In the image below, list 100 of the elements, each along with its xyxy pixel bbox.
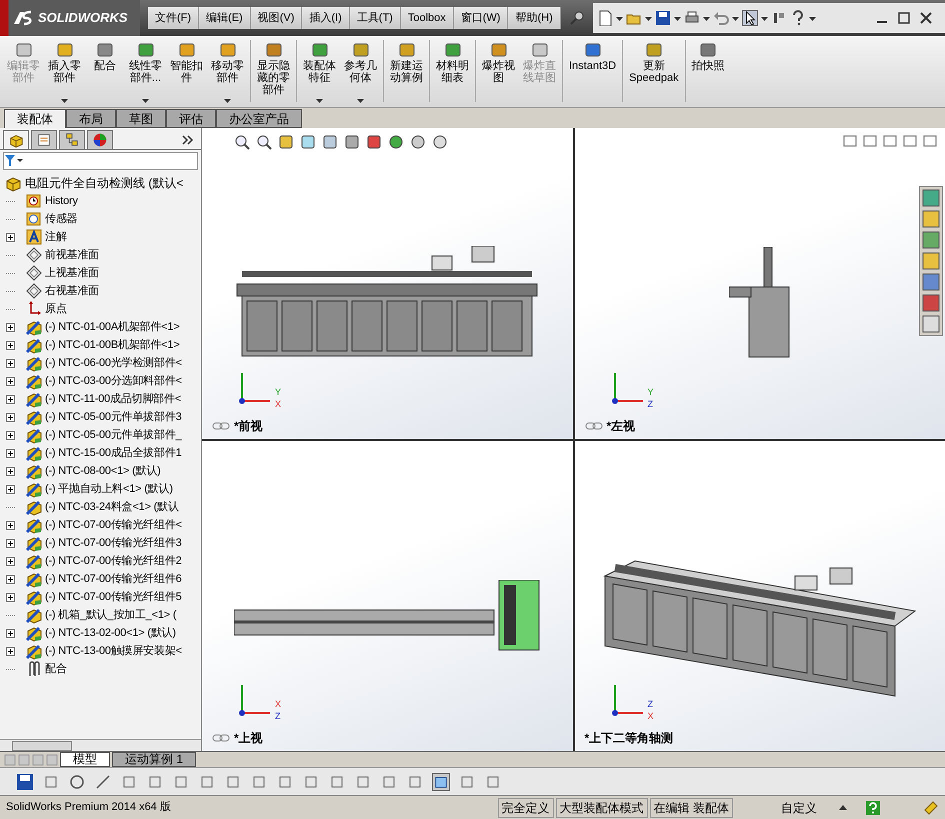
pointer-icon[interactable]	[742, 10, 758, 26]
horizontal-scrollbar[interactable]	[0, 739, 201, 751]
ribbon-button[interactable]: 显示隐 藏的零 部件	[254, 40, 293, 106]
expand-icon[interactable]	[6, 592, 15, 602]
tree-item[interactable]: (-) NTC-01-00A机架部件<1>	[45, 318, 180, 336]
ribbon-button[interactable]: 材料明 细表	[433, 40, 472, 106]
ribbon-button[interactable]: 配合	[86, 40, 124, 106]
tree-item[interactable]: (-) NTC-01-00B机架部件<1>	[45, 336, 180, 354]
assembly-tree-icon[interactable]	[3, 130, 29, 150]
command-tab[interactable]: 评估	[166, 109, 216, 128]
menu-item[interactable]: 插入(I)	[302, 7, 350, 29]
assembly-icon	[25, 462, 43, 480]
expand-icon[interactable]	[6, 448, 15, 458]
ribbon-button[interactable]: 线性零 部件...	[126, 40, 165, 106]
expand-icon[interactable]	[6, 232, 15, 242]
ribbon-button[interactable]: 拍快照	[688, 40, 728, 106]
cube-icon[interactable]	[432, 772, 450, 790]
ribbon-button[interactable]: Instant3D	[566, 40, 620, 106]
configuration-icon[interactable]	[59, 130, 85, 150]
ribbon-button[interactable]: 爆炸视 图	[479, 40, 518, 106]
tree-item[interactable]: (-) NTC-06-00光学检测部件<	[45, 354, 182, 372]
filter-field[interactable]	[3, 152, 198, 170]
ribbon-button[interactable]: 插入零 部件	[45, 40, 84, 106]
ribbon-button[interactable]: 更新 Speedpak	[626, 40, 682, 106]
expand-icon[interactable]	[6, 520, 15, 530]
save-icon[interactable]	[654, 10, 671, 26]
tree-item[interactable]: 配合	[45, 660, 67, 678]
menu-item[interactable]: 编辑(E)	[199, 7, 251, 29]
command-tab[interactable]: 装配体	[4, 109, 66, 128]
ribbon-button[interactable]: 装配体 特征	[300, 40, 339, 106]
ribbon-button[interactable]: 智能扣 件	[167, 40, 206, 106]
menu-item[interactable]: 视图(V)	[250, 7, 302, 29]
property-sheet-icon[interactable]	[31, 130, 57, 150]
expand-icon[interactable]	[6, 646, 15, 656]
tree-item[interactable]: 注解	[45, 228, 67, 246]
expand-icon[interactable]	[6, 628, 15, 638]
expand-icon[interactable]	[6, 556, 15, 566]
expand-icon[interactable]	[6, 376, 15, 386]
tree-item[interactable]: (-) NTC-07-00传输光纤组件<	[45, 516, 182, 534]
expand-icon[interactable]	[6, 358, 15, 368]
tree-item[interactable]: (-) 机箱_默认_按加工_<1> (	[45, 606, 176, 624]
tree-item[interactable]: (-) NTC-05-00元件单拔部件_	[45, 426, 182, 444]
units-dropdown[interactable]: 自定义	[777, 798, 821, 816]
expand-icon[interactable]	[6, 538, 15, 548]
expand-panel-icon[interactable]	[182, 134, 194, 146]
expand-icon[interactable]	[6, 466, 15, 476]
ribbon-button[interactable]: 移动零 部件	[208, 40, 247, 106]
tree-item[interactable]: History	[45, 192, 78, 210]
tree-item[interactable]: (-) NTC-05-00元件单拔部件3	[45, 408, 182, 426]
tree-item[interactable]: (-) NTC-11-00成品切脚部件<	[45, 390, 182, 408]
tree-item[interactable]: (-) NTC-03-24料盒<1> (默认	[45, 498, 179, 516]
expand-icon[interactable]	[6, 322, 15, 332]
command-tab[interactable]: 布局	[66, 109, 116, 128]
bottom-tab[interactable]: 模型	[60, 752, 110, 767]
tree-item[interactable]: (-) NTC-03-00分选卸料部件<	[45, 372, 182, 390]
tree-item[interactable]: (-) NTC-15-00成品全拔部件1	[45, 444, 182, 462]
tree-item[interactable]: (-) NTC-07-00传输光纤组件2	[45, 552, 182, 570]
link-views-icon[interactable]	[212, 733, 230, 743]
tree-item[interactable]: (-) 平抛自动上料<1> (默认)	[45, 480, 173, 498]
expand-icon[interactable]	[6, 412, 15, 422]
expand-icon[interactable]	[6, 394, 15, 404]
menu-item[interactable]: 帮助(H)	[508, 7, 561, 29]
save-icon[interactable]	[16, 772, 34, 790]
ribbon-button[interactable]: 新建运 动算例	[387, 40, 426, 106]
menu-item[interactable]: 窗口(W)	[454, 7, 508, 29]
bottom-tab[interactable]: 运动算例 1	[112, 752, 196, 767]
tree-item[interactable]: (-) NTC-13-02-00<1> (默认)	[45, 624, 176, 642]
menu-item[interactable]: 工具(T)	[350, 7, 401, 29]
tree-item[interactable]: 传感器	[45, 210, 78, 228]
tree-item[interactable]: 右视基准面	[45, 282, 100, 300]
help-icon[interactable]	[865, 800, 881, 816]
tree-item[interactable]: (-) NTC-07-00传输光纤组件5	[45, 588, 182, 606]
circle-icon[interactable]	[68, 772, 86, 790]
expand-icon[interactable]	[6, 430, 15, 440]
tree-item[interactable]: (-) NTC-07-00传输光纤组件6	[45, 570, 182, 588]
pin-icon[interactable]	[568, 10, 585, 26]
link-views-icon[interactable]	[212, 420, 230, 430]
expand-icon[interactable]	[6, 484, 15, 494]
tree-root-label[interactable]: 电阻元件全自动检测线 (默认<	[25, 174, 184, 192]
menu-item[interactable]: Toolbox	[400, 7, 454, 29]
expand-icon[interactable]	[6, 340, 15, 350]
link-views-icon[interactable]	[584, 420, 602, 430]
caret-up-icon[interactable]	[839, 804, 847, 812]
tree-item[interactable]: (-) NTC-07-00传输光纤组件3	[45, 534, 182, 552]
expand-icon[interactable]	[6, 574, 15, 584]
command-tab[interactable]: 办公室产品	[216, 109, 302, 128]
filter-icon[interactable]	[4, 154, 24, 168]
tree-item[interactable]: 上视基准面	[45, 264, 100, 282]
tree-item[interactable]: 前视基准面	[45, 246, 100, 264]
zoom-area-icon[interactable]	[256, 134, 272, 150]
tag-icon[interactable]	[923, 800, 939, 816]
tree-item[interactable]: (-) NTC-08-00<1> (默认)	[45, 462, 161, 480]
line-icon[interactable]	[94, 772, 112, 790]
tree-item[interactable]: (-) NTC-13-00触摸屏安装架<	[45, 642, 182, 660]
ribbon-button[interactable]: 参考几 何体	[341, 40, 380, 106]
new-document-icon[interactable]	[596, 10, 613, 26]
tree-item[interactable]: 原点	[45, 300, 67, 318]
zoom-fit-icon[interactable]	[234, 134, 250, 150]
menu-item[interactable]: 文件(F)	[148, 7, 200, 29]
command-tab[interactable]: 草图	[116, 109, 166, 128]
